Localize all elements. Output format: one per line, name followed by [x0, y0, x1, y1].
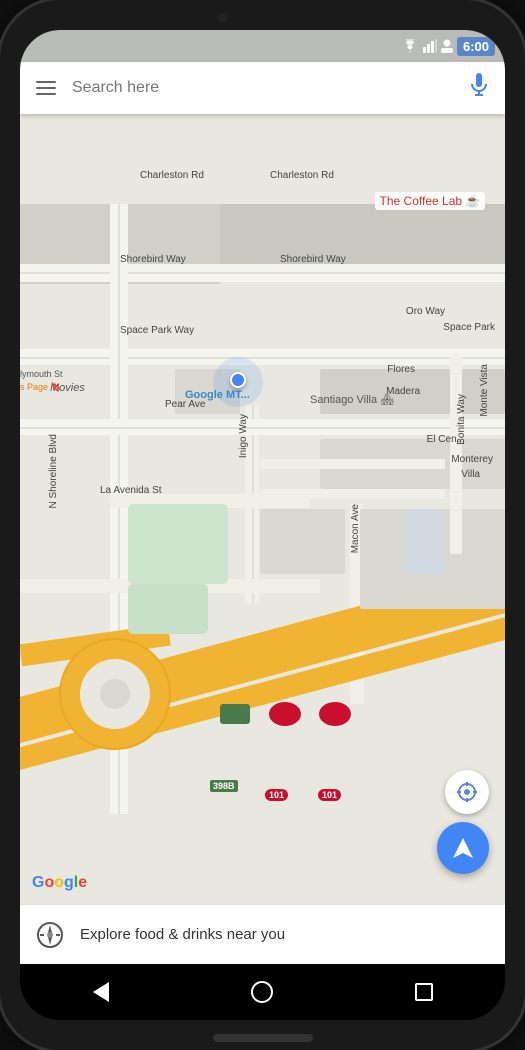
oro-way-label: Oro Way — [406, 306, 445, 317]
map-area[interactable]: Charleston Rd Charleston Rd Shorebird Wa… — [20, 114, 505, 904]
space-park-way-label: Space Park Way — [120, 325, 194, 336]
google-g2: g — [64, 874, 74, 891]
search-bar — [20, 62, 505, 114]
monte-vista-label: Monte Vista — [479, 364, 490, 417]
status-bar: 6:00 — [20, 30, 505, 62]
space-park-label: Space Park — [443, 322, 495, 333]
screen: 6:00 — [20, 30, 505, 1020]
back-triangle — [93, 982, 109, 1002]
inigo-way-label: Inigo Way — [238, 414, 249, 458]
menu-line-1 — [36, 81, 56, 83]
coffee-lab-label: The Coffee Lab ☕ — [375, 192, 485, 210]
lymouth-label: lymouth St — [20, 369, 63, 379]
back-button[interactable] — [87, 978, 115, 1006]
navigate-button[interactable] — [437, 822, 489, 874]
phone-bottom-decoration — [213, 1034, 313, 1042]
shorebird-way-label-1: Shorebird Way — [120, 254, 186, 265]
charleston-rd-label-1: Charleston Rd — [140, 170, 204, 181]
recent-button[interactable] — [410, 978, 438, 1006]
charleston-rd-label-2: Charleston Rd — [270, 170, 334, 181]
android-nav-bar — [20, 964, 505, 1020]
user-icon — [441, 39, 453, 53]
n-shoreline-label: N Shoreline Blvd — [48, 434, 59, 508]
monterey-label: Monterey — [451, 454, 493, 465]
status-icons: 6:00 — [401, 37, 495, 56]
search-input[interactable] — [72, 79, 453, 97]
phone-top-decoration — [203, 8, 323, 28]
google-o2: o — [54, 874, 64, 891]
s-page-label: s Page 🔖 — [20, 382, 62, 393]
coffee-lab-name: The Coffee Lab — [380, 194, 463, 208]
bottom-panel[interactable]: Explore food & drinks near you — [20, 904, 505, 964]
coffee-cup-icon: ☕ — [465, 194, 480, 208]
la-avenida-label: La Avenida St — [100, 485, 162, 496]
google-g: G — [32, 874, 44, 891]
phone-frame: 6:00 — [0, 0, 525, 1050]
flores-label: Flores — [387, 364, 415, 375]
macon-ave-label: Macon Ave — [350, 504, 361, 553]
el-cen-label: El Cen... — [427, 434, 465, 445]
camera-dot — [218, 13, 228, 23]
location-button[interactable] — [445, 770, 489, 814]
location-icon — [455, 780, 479, 804]
menu-line-3 — [36, 93, 56, 95]
google-o1: o — [44, 874, 54, 891]
google-e: e — [78, 874, 87, 891]
villa-label: Villa — [461, 469, 480, 480]
google-logo: Google — [32, 874, 87, 892]
santiago-villa-label: Santiago Villa 🏘 — [310, 393, 394, 406]
menu-line-2 — [36, 87, 56, 89]
highway-101-1: 101 — [265, 789, 288, 801]
home-button[interactable] — [248, 978, 276, 1006]
signal-icon — [423, 39, 437, 53]
shorebird-way-label-2: Shorebird Way — [280, 254, 346, 265]
menu-icon[interactable] — [36, 81, 56, 95]
wifi-icon — [401, 39, 419, 53]
map-svg — [20, 114, 505, 904]
mic-icon[interactable] — [469, 73, 489, 103]
home-circle — [251, 981, 273, 1003]
explore-text: Explore food & drinks near you — [80, 926, 285, 943]
user-location-dot — [230, 372, 246, 388]
highway-398b: 398B — [210, 780, 238, 792]
compass-icon — [36, 921, 64, 949]
highway-101-2: 101 — [318, 789, 341, 801]
time-display: 6:00 — [457, 37, 495, 56]
navigate-icon — [449, 834, 477, 862]
recent-square — [415, 983, 433, 1001]
